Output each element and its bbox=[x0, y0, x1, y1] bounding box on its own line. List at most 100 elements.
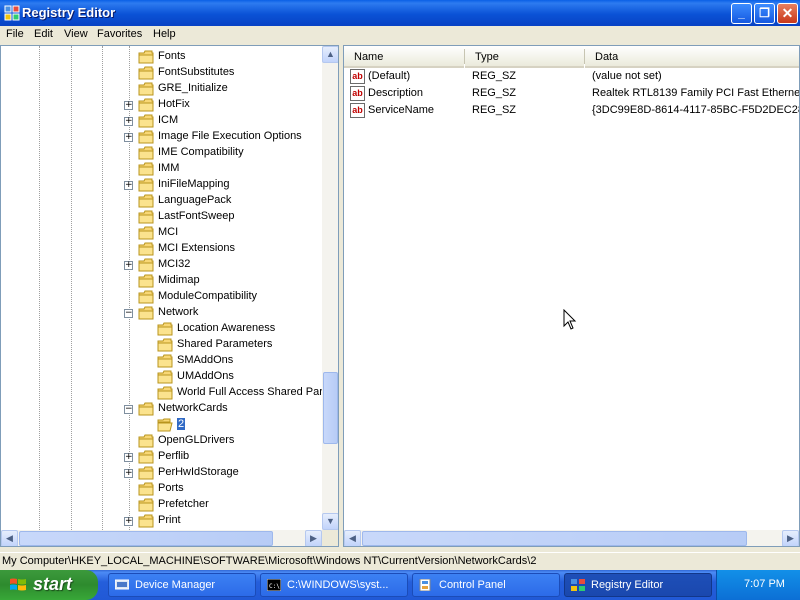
folder-icon bbox=[138, 194, 154, 208]
tree-horizontal-scrollbar[interactable]: ◀ ▶ bbox=[1, 530, 322, 546]
tree-item-label: OpenGLDrivers bbox=[158, 434, 235, 446]
title-bar[interactable]: Registry Editor _ ❐ ✕ bbox=[0, 0, 800, 26]
tree-item[interactable]: + ICM bbox=[1, 113, 338, 129]
taskbar-button-device-manager[interactable]: Device Manager bbox=[108, 573, 256, 597]
tree-item[interactable]: Prefetcher bbox=[1, 497, 338, 513]
tree-hscroll-thumb[interactable] bbox=[19, 531, 273, 546]
tree-item[interactable]: Fonts bbox=[1, 49, 338, 65]
scroll-right-button[interactable]: ▶ bbox=[782, 530, 799, 546]
expand-icon[interactable]: + bbox=[124, 133, 133, 142]
tree-item-label: GRE_Initialize bbox=[158, 82, 228, 94]
regedit-icon bbox=[4, 5, 20, 21]
scroll-right-button[interactable]: ▶ bbox=[305, 530, 322, 546]
tree-item[interactable]: Ports bbox=[1, 481, 338, 497]
tree-item-label: Prefetcher bbox=[158, 498, 209, 510]
tree-item[interactable]: World Full Access Shared Para bbox=[1, 385, 338, 401]
tree-item-label: Location Awareness bbox=[177, 322, 276, 334]
svg-text:C:\: C:\ bbox=[269, 583, 280, 590]
maximize-button[interactable]: ❐ bbox=[754, 3, 775, 24]
expand-icon[interactable]: + bbox=[124, 469, 133, 478]
tree-item[interactable]: ModuleCompatibility bbox=[1, 289, 338, 305]
taskbar-button-control-panel[interactable]: Control Panel bbox=[412, 573, 560, 597]
column-header-data[interactable]: Data bbox=[585, 46, 799, 68]
taskbar-button-registry-editor[interactable]: Registry Editor bbox=[564, 573, 712, 597]
collapse-icon[interactable]: − bbox=[124, 309, 133, 318]
folder-icon bbox=[138, 162, 154, 176]
tree-item-label: ICM bbox=[158, 114, 179, 126]
scroll-left-button[interactable]: ◀ bbox=[344, 530, 361, 546]
tree-item[interactable]: Location Awareness bbox=[1, 321, 338, 337]
expand-icon[interactable]: + bbox=[124, 181, 133, 190]
tree-item[interactable]: + Image File Execution Options bbox=[1, 129, 338, 145]
tree-item-label: Print bbox=[158, 514, 181, 526]
key-tree-pane[interactable]: Fonts FontSubstitutes GRE_Initialize + HotFi… bbox=[0, 45, 339, 547]
value-list-pane[interactable]: Name Type Data ab (Default) REG_SZ (valu… bbox=[343, 45, 800, 547]
folder-icon bbox=[138, 178, 154, 192]
collapse-icon[interactable]: − bbox=[124, 405, 133, 414]
task-label: Device Manager bbox=[135, 579, 216, 591]
scroll-corner bbox=[322, 530, 338, 546]
start-button[interactable]: start bbox=[0, 570, 98, 600]
menu-view[interactable]: View bbox=[64, 28, 88, 40]
tree-item[interactable]: + Perflib bbox=[1, 449, 338, 465]
tree-item[interactable]: LanguagePack bbox=[1, 193, 338, 209]
expand-icon[interactable]: + bbox=[124, 261, 133, 270]
tree-item[interactable]: + PerHwIdStorage bbox=[1, 465, 338, 481]
menu-help[interactable]: Help bbox=[153, 28, 176, 40]
tree-item[interactable]: MCI bbox=[1, 225, 338, 241]
tree-item-label: IniFileMapping bbox=[158, 178, 230, 190]
value-row[interactable]: ab Description REG_SZ Realtek RTL8139 Fa… bbox=[344, 86, 799, 102]
tree-item[interactable]: + MCI32 bbox=[1, 257, 338, 273]
column-header-type-label: Type bbox=[475, 51, 499, 63]
tree-item[interactable]: − Network bbox=[1, 305, 338, 321]
folder-icon bbox=[157, 386, 173, 400]
tree-item[interactable]: Midimap bbox=[1, 273, 338, 289]
folder-icon bbox=[138, 82, 154, 96]
minimize-button[interactable]: _ bbox=[731, 3, 752, 24]
tree-vertical-scrollbar[interactable]: ▲ ▼ bbox=[322, 46, 338, 530]
value-row[interactable]: ab ServiceName REG_SZ {3DC99E8D-8614-411… bbox=[344, 103, 799, 119]
tree-item[interactable]: Shared Parameters bbox=[1, 337, 338, 353]
tree-item[interactable]: OpenGLDrivers bbox=[1, 433, 338, 449]
menu-edit[interactable]: Edit bbox=[34, 28, 53, 40]
tree-item[interactable]: + IniFileMapping bbox=[1, 177, 338, 193]
menu-file[interactable]: File bbox=[6, 28, 24, 40]
expand-icon[interactable]: + bbox=[124, 117, 133, 126]
tree-item[interactable]: FontSubstitutes bbox=[1, 65, 338, 81]
folder-icon bbox=[138, 514, 154, 528]
tree-item[interactable]: + Print bbox=[1, 513, 338, 529]
tree-item-label: Perflib bbox=[158, 450, 190, 462]
list-hscroll-thumb[interactable] bbox=[362, 531, 747, 546]
expand-icon[interactable]: + bbox=[124, 101, 133, 110]
list-horizontal-scrollbar[interactable]: ◀ ▶ bbox=[344, 530, 799, 546]
column-header-name[interactable]: Name bbox=[344, 46, 464, 68]
tree-item[interactable]: + HotFix bbox=[1, 97, 338, 113]
scroll-left-button[interactable]: ◀ bbox=[1, 530, 18, 546]
taskbar-button-cmd[interactable]: C:\ C:\WINDOWS\syst... bbox=[260, 573, 408, 597]
tree-vscroll-thumb[interactable] bbox=[323, 372, 338, 444]
tree-item[interactable]: UMAddOns bbox=[1, 369, 338, 385]
tree-item[interactable]: IME Compatibility bbox=[1, 145, 338, 161]
tree-item[interactable]: MCI Extensions bbox=[1, 241, 338, 257]
column-header-type[interactable]: Type bbox=[465, 46, 584, 68]
menu-favorites[interactable]: Favorites bbox=[97, 28, 142, 40]
value-row[interactable]: ab (Default) REG_SZ (value not set) bbox=[344, 69, 799, 85]
close-button[interactable]: ✕ bbox=[777, 3, 798, 24]
expand-icon[interactable]: + bbox=[124, 453, 133, 462]
folder-icon bbox=[138, 50, 154, 64]
tree-item[interactable]: LastFontSweep bbox=[1, 209, 338, 225]
scroll-up-button[interactable]: ▲ bbox=[322, 46, 338, 63]
tree-item[interactable]: GRE_Initialize bbox=[1, 81, 338, 97]
tree-item[interactable]: 2 bbox=[1, 417, 338, 433]
tree-item[interactable]: IMM bbox=[1, 161, 338, 177]
expand-icon[interactable]: + bbox=[124, 517, 133, 526]
clock[interactable]: 7:07 PM bbox=[744, 578, 785, 590]
tree-item[interactable]: − NetworkCards bbox=[1, 401, 338, 417]
folder-icon bbox=[138, 226, 154, 240]
status-bar: My Computer\HKEY_LOCAL_MACHINE\SOFTWARE\… bbox=[0, 552, 800, 571]
column-header-data-label: Data bbox=[595, 51, 619, 63]
scroll-down-button[interactable]: ▼ bbox=[322, 513, 338, 530]
tree-item-label: FontSubstitutes bbox=[158, 66, 235, 78]
open-folder-icon bbox=[157, 418, 173, 432]
tree-item[interactable]: SMAddOns bbox=[1, 353, 338, 369]
